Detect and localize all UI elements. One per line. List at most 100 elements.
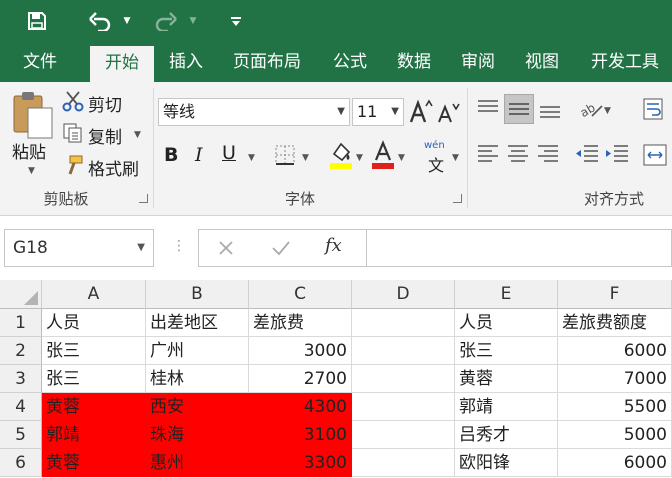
cell-e5[interactable]: 吕秀才 <box>455 421 558 449</box>
font-name-select[interactable]: 等线 ▼ <box>158 98 350 126</box>
cell-d6[interactable] <box>352 449 455 477</box>
column-header-c[interactable]: C <box>249 280 352 309</box>
cell-b5[interactable]: 珠海 <box>146 421 249 449</box>
format-painter-button[interactable]: 格式刷 <box>88 155 139 180</box>
decrease-font-size-icon[interactable] <box>436 100 460 126</box>
tab-data[interactable]: 数据 <box>384 42 444 82</box>
formula-input[interactable] <box>366 229 672 267</box>
cell-e6[interactable]: 欧阳锋 <box>455 449 558 477</box>
row-header-6[interactable]: 6 <box>0 449 42 477</box>
tab-home[interactable]: 开始 <box>90 46 154 82</box>
wrap-text-icon[interactable] <box>642 96 668 122</box>
font-size-select[interactable]: 11 ▼ <box>352 98 404 126</box>
save-icon[interactable] <box>24 6 50 36</box>
align-center-icon[interactable] <box>506 142 530 166</box>
tab-file[interactable]: 文件 <box>4 42 76 82</box>
fill-color-dropdown-icon[interactable]: ▼ <box>356 153 363 163</box>
cell-f1[interactable]: 差旅费额度 <box>558 309 672 337</box>
clipboard-launcher-icon[interactable] <box>139 194 148 203</box>
font-color-icon[interactable] <box>370 140 396 170</box>
increase-font-size-icon[interactable] <box>408 98 434 126</box>
paste-dropdown-icon[interactable]: ▼ <box>28 166 35 176</box>
column-header-e[interactable]: E <box>455 280 558 309</box>
select-all-corner[interactable] <box>0 280 42 309</box>
cell-c4[interactable]: 4300 <box>249 393 352 421</box>
cell-f5[interactable]: 5000 <box>558 421 672 449</box>
cell-b3[interactable]: 桂林 <box>146 365 249 393</box>
align-top-icon[interactable] <box>476 98 500 120</box>
cell-b4[interactable]: 西安 <box>146 393 249 421</box>
borders-dropdown-icon[interactable]: ▼ <box>302 153 309 163</box>
column-header-a[interactable]: A <box>42 280 146 309</box>
column-header-f[interactable]: F <box>558 280 672 309</box>
row-header-5[interactable]: 5 <box>0 421 42 449</box>
cell-f3[interactable]: 7000 <box>558 365 672 393</box>
phonetic-dropdown-icon[interactable]: ▼ <box>452 153 459 163</box>
cell-d1[interactable] <box>352 309 455 337</box>
cell-c2[interactable]: 3000 <box>249 337 352 365</box>
decrease-indent-icon[interactable] <box>574 142 600 166</box>
align-middle-button[interactable] <box>504 94 534 124</box>
cell-a2[interactable]: 张三 <box>42 337 146 365</box>
column-header-b[interactable]: B <box>146 280 249 309</box>
cell-a1[interactable]: 人员 <box>42 309 146 337</box>
cell-e4[interactable]: 郭靖 <box>455 393 558 421</box>
copy-dropdown-icon[interactable]: ▼ <box>134 130 141 140</box>
row-header-1[interactable]: 1 <box>0 309 42 337</box>
cell-d5[interactable] <box>352 421 455 449</box>
cell-f4[interactable]: 5500 <box>558 393 672 421</box>
paste-icon[interactable] <box>12 90 56 140</box>
orientation-dropdown-icon[interactable]: ▼ <box>604 106 611 116</box>
cell-c5[interactable]: 3100 <box>249 421 352 449</box>
cell-f6[interactable]: 6000 <box>558 449 672 477</box>
cell-c6[interactable]: 3300 <box>249 449 352 477</box>
bold-icon[interactable]: B <box>164 144 178 166</box>
font-launcher-icon[interactable] <box>453 194 462 203</box>
align-right-icon[interactable] <box>536 142 560 166</box>
cell-a5[interactable]: 郭靖 <box>42 421 146 449</box>
borders-icon[interactable] <box>274 144 296 166</box>
row-header-4[interactable]: 4 <box>0 393 42 421</box>
cell-b2[interactable]: 广州 <box>146 337 249 365</box>
redo-icon[interactable] <box>152 6 180 36</box>
italic-icon[interactable]: I <box>195 144 203 166</box>
redo-dropdown-icon[interactable]: ▼ <box>186 6 200 36</box>
copy-button[interactable]: 复制 <box>88 123 122 148</box>
tab-page-layout[interactable]: 页面布局 <box>220 42 314 82</box>
customize-toolbar-icon[interactable] <box>228 6 244 36</box>
underline-dropdown-icon[interactable]: ▼ <box>248 153 255 163</box>
cell-e2[interactable]: 张三 <box>455 337 558 365</box>
cell-d3[interactable] <box>352 365 455 393</box>
cell-a6[interactable]: 黄蓉 <box>42 449 146 477</box>
undo-icon[interactable] <box>86 6 114 36</box>
column-header-d[interactable]: D <box>352 280 455 309</box>
cell-d4[interactable] <box>352 393 455 421</box>
row-header-2[interactable]: 2 <box>0 337 42 365</box>
tab-developer[interactable]: 开发工具 <box>578 42 672 82</box>
cut-button[interactable]: 剪切 <box>88 91 122 116</box>
insert-function-icon[interactable]: fx <box>325 235 342 256</box>
cell-f2[interactable]: 6000 <box>558 337 672 365</box>
cell-b1[interactable]: 出差地区 <box>146 309 249 337</box>
name-box[interactable]: G18 ▼ <box>4 229 154 267</box>
cell-e1[interactable]: 人员 <box>455 309 558 337</box>
cell-a3[interactable]: 张三 <box>42 365 146 393</box>
cell-c3[interactable]: 2700 <box>249 365 352 393</box>
tab-insert[interactable]: 插入 <box>158 42 214 82</box>
tab-view[interactable]: 视图 <box>512 42 572 82</box>
tab-review[interactable]: 审阅 <box>448 42 508 82</box>
increase-indent-icon[interactable] <box>604 142 630 166</box>
align-bottom-icon[interactable] <box>538 98 562 120</box>
cell-d2[interactable] <box>352 337 455 365</box>
cell-c1[interactable]: 差旅费 <box>249 309 352 337</box>
underline-icon[interactable]: U <box>222 142 236 164</box>
undo-dropdown-icon[interactable]: ▼ <box>120 6 134 36</box>
align-left-icon[interactable] <box>476 142 500 166</box>
cell-a4[interactable]: 黄蓉 <box>42 393 146 421</box>
formula-bar-splitter-icon[interactable]: ⋮ <box>172 238 186 254</box>
cell-e3[interactable]: 黄蓉 <box>455 365 558 393</box>
cell-b6[interactable]: 惠州 <box>146 449 249 477</box>
cancel-icon[interactable] <box>217 239 235 257</box>
merge-center-icon[interactable] <box>642 142 668 168</box>
fill-color-icon[interactable] <box>328 140 354 170</box>
